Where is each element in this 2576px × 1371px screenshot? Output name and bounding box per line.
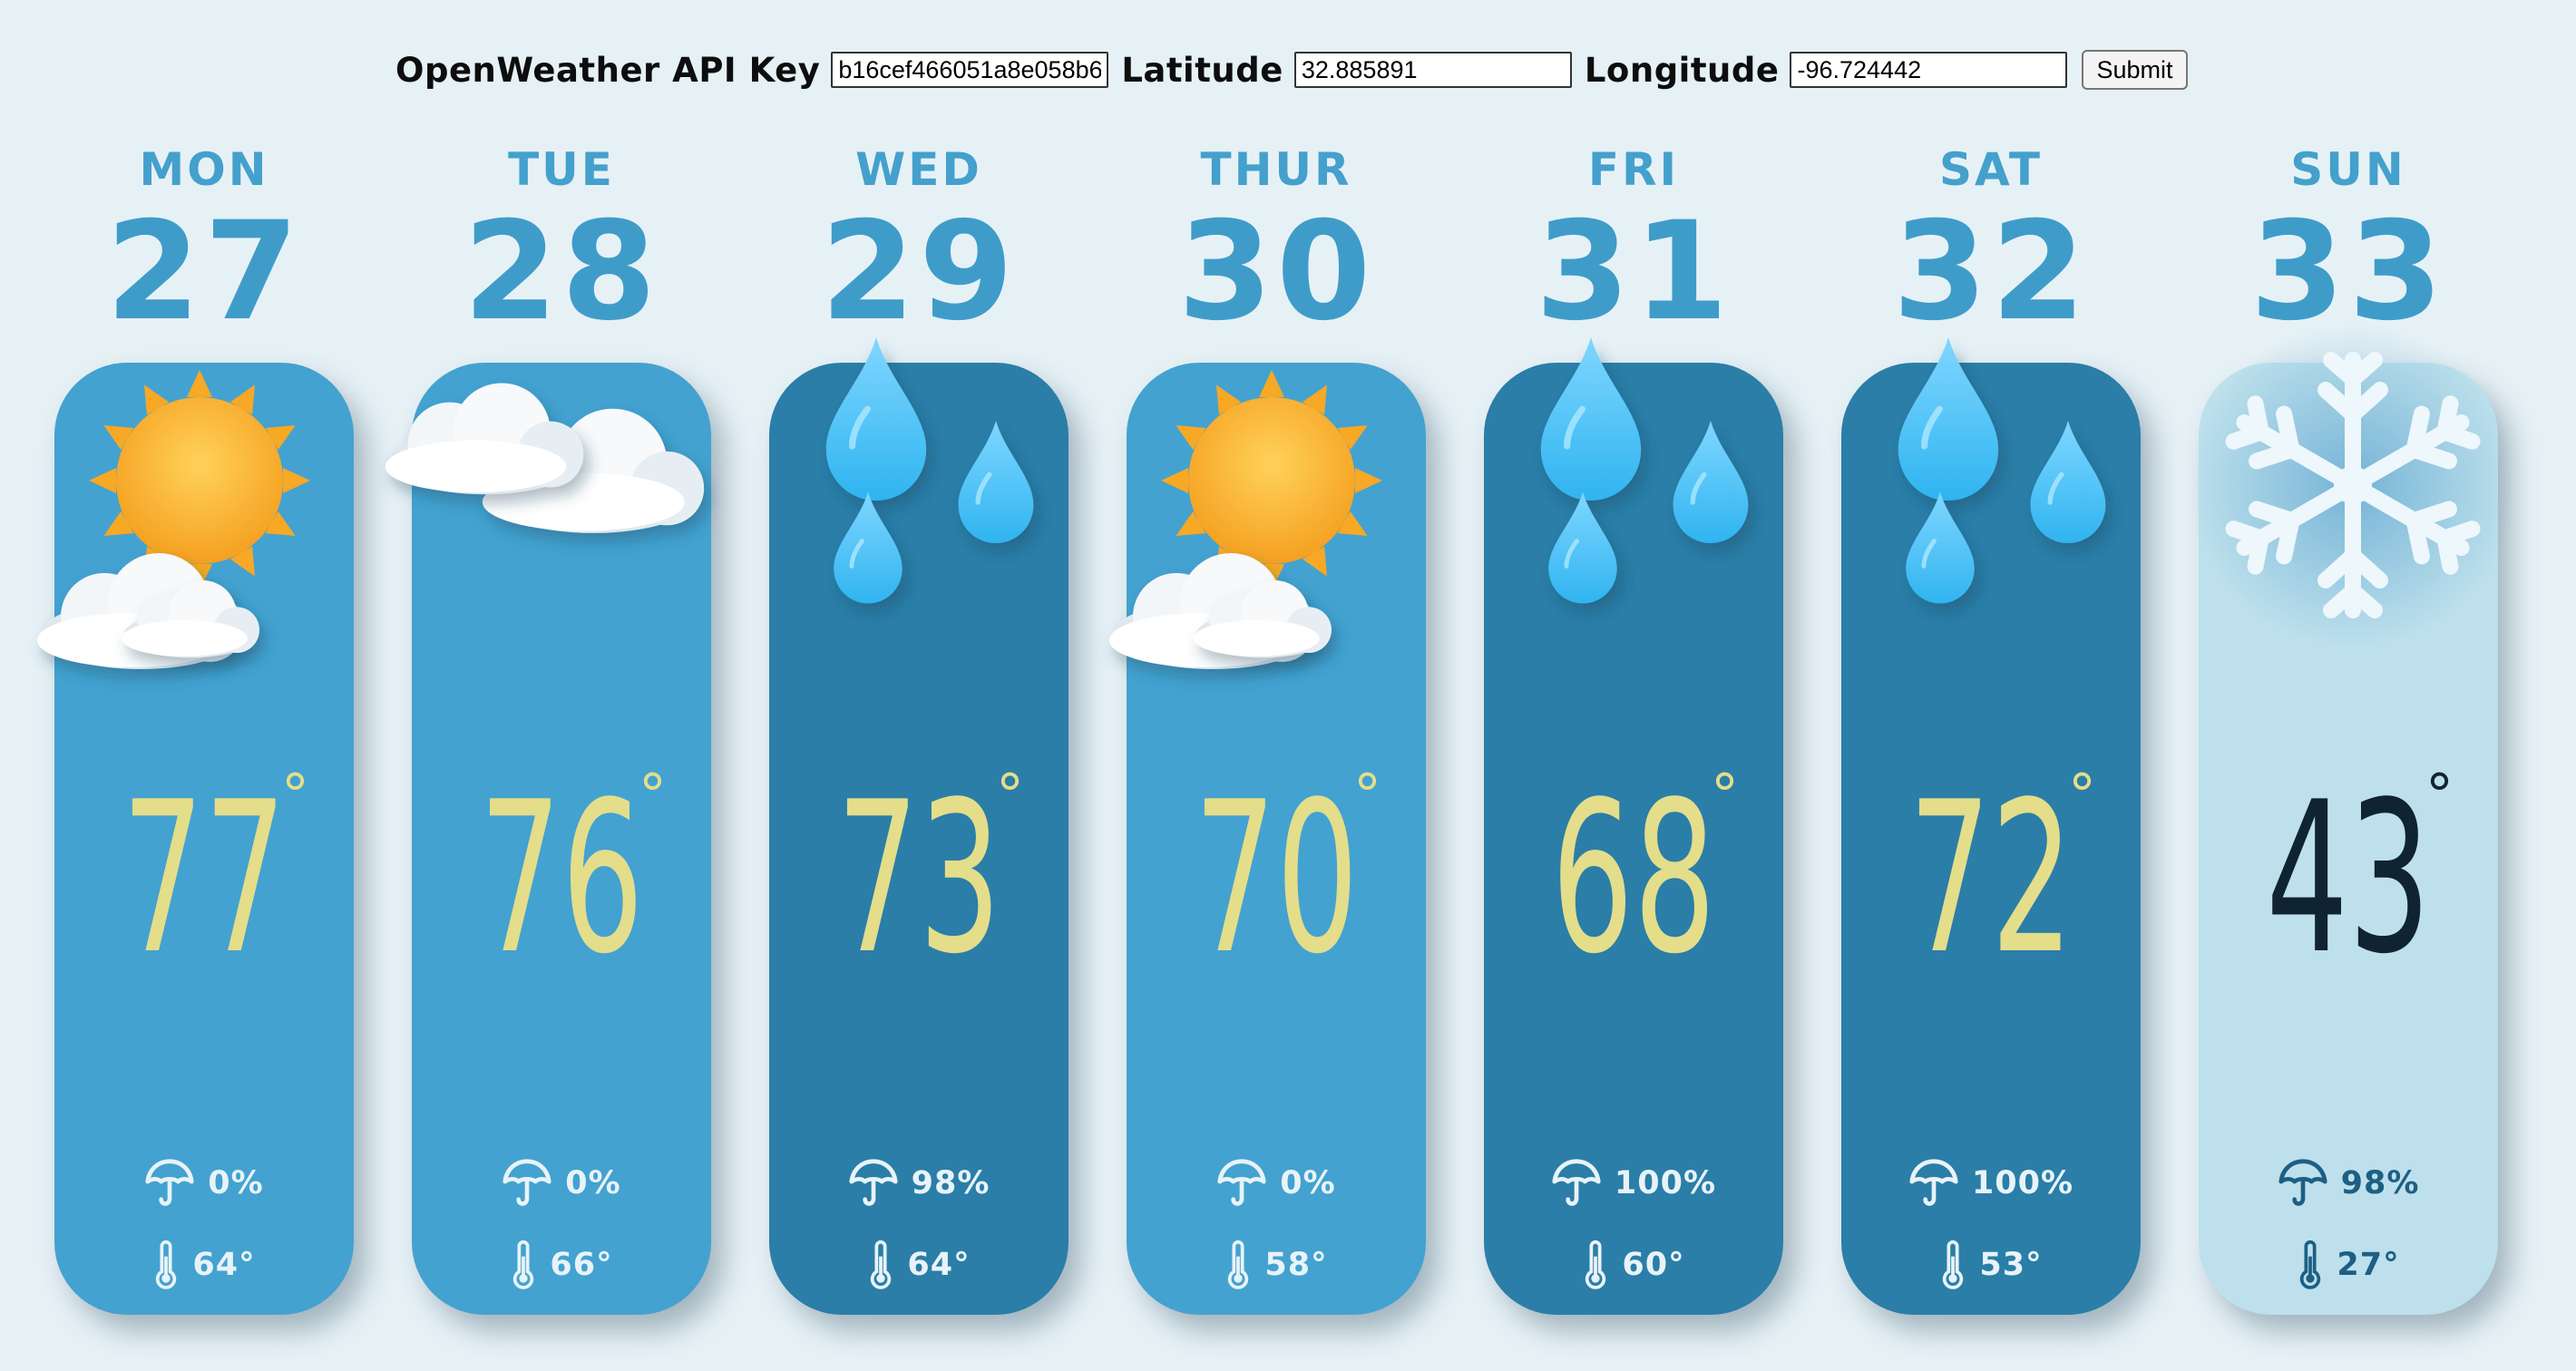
low-temperature: 58° (1127, 1238, 1426, 1292)
precipitation-value: 100% (1614, 1165, 1717, 1201)
thermometer-icon (871, 1240, 892, 1289)
umbrella-icon (144, 1158, 195, 1209)
day-number: 29 (820, 193, 1018, 351)
day-number: 28 (463, 193, 660, 351)
day-name: THUR (1200, 143, 1352, 196)
high-temperature: 73 (836, 758, 1001, 1000)
thermometer-icon (1586, 1240, 1606, 1289)
day-name: SUN (2290, 143, 2406, 196)
precipitation-value: 0% (565, 1165, 621, 1201)
submit-button[interactable]: Submit (2082, 50, 2188, 90)
degree-symbol: ° (281, 762, 309, 828)
day-name: MON (139, 143, 269, 196)
thermometer-icon (2300, 1240, 2321, 1289)
forecast-day: TUE 28 76 ° 0% 66° (385, 136, 711, 1315)
umbrella-icon (848, 1158, 899, 1209)
umbrella-icon (1551, 1158, 1602, 1209)
high-temperature: 76 (479, 758, 644, 1000)
day-name: TUE (508, 143, 615, 196)
degree-symbol: ° (1711, 762, 1739, 828)
thermometer-icon (1228, 1240, 1249, 1289)
degree-symbol: ° (2068, 762, 2096, 828)
low-temperature: 64° (54, 1238, 354, 1292)
precipitation-chance: 98% (2199, 1156, 2498, 1211)
precipitation-chance: 0% (412, 1156, 711, 1211)
low-temperature-value: 64° (192, 1247, 256, 1283)
forecast-card: 43 ° 98% 27° (2190, 326, 2516, 1315)
umbrella-icon (502, 1158, 552, 1209)
precipitation-chance: 100% (1841, 1156, 2141, 1211)
api-key-label: OpenWeather API Key (395, 50, 821, 90)
low-temperature-value: 64° (907, 1247, 971, 1283)
forecast-card: 76 ° 0% 66° (385, 363, 711, 1315)
low-temperature-value: 60° (1622, 1247, 1685, 1283)
low-temperature-value: 58° (1264, 1247, 1328, 1283)
precipitation-value: 100% (1971, 1165, 2074, 1201)
day-number: 27 (105, 193, 303, 351)
thermometer-icon (513, 1240, 534, 1289)
latitude-label: Latitude (1121, 50, 1283, 90)
partly-cloudy-icon (1109, 370, 1382, 669)
low-temperature: 53° (1841, 1238, 2141, 1292)
forecast-card: 68 ° 100% 60° (1484, 363, 1783, 1315)
umbrella-icon (1216, 1158, 1267, 1209)
high-temperature: 68 (1551, 758, 1716, 1000)
day-number: 33 (2249, 193, 2447, 351)
forecast-card: 73 ° 98% 64° (769, 363, 1068, 1315)
degree-symbol: ° (996, 762, 1024, 828)
location-form: OpenWeather API Key Latitude Longitude S… (395, 47, 2188, 92)
degree-symbol: ° (639, 762, 667, 828)
day-number: 32 (1892, 193, 2090, 351)
high-temperature: 77 (122, 758, 287, 1000)
low-temperature-value: 27° (2337, 1247, 2400, 1283)
precipitation-chance: 0% (1127, 1156, 1426, 1211)
api-key-input[interactable] (831, 52, 1109, 88)
precipitation-value: 98% (911, 1165, 990, 1201)
thermometer-icon (156, 1240, 177, 1289)
forecast-day: FRI 31 68 ° 100% 60° (1484, 136, 1783, 1315)
day-number: 31 (1535, 193, 1732, 351)
partly-cloudy-icon (37, 370, 310, 669)
forecast-day: SAT 32 72 ° 100% 53° (1841, 136, 2141, 1315)
day-number: 30 (1177, 193, 1375, 351)
rain-icon (1805, 326, 2177, 725)
precipitation-chance: 100% (1484, 1156, 1783, 1211)
low-temperature-value: 53° (1979, 1247, 2043, 1283)
umbrella-icon (1908, 1158, 1959, 1209)
precipitation-chance: 98% (769, 1156, 1068, 1211)
low-temperature: 60° (1484, 1238, 1783, 1292)
longitude-label: Longitude (1584, 50, 1780, 90)
forecast-card: 77 ° 0% 64° (37, 363, 354, 1315)
rain-icon (733, 326, 1105, 725)
rain-icon (1448, 326, 1820, 725)
low-temperature: 27° (2199, 1238, 2498, 1292)
forecast-card: 72 ° 100% 53° (1841, 363, 2141, 1315)
degree-symbol: ° (1353, 762, 1381, 828)
forecast-day: WED 29 73 ° 98% 64° (769, 136, 1068, 1315)
cloudy-icon (385, 383, 705, 533)
precipitation-chance: 0% (54, 1156, 354, 1211)
forecast-card: 70 ° 0% 58° (1109, 363, 1426, 1315)
thermometer-icon (1943, 1240, 1964, 1289)
forecast-day: MON 27 77 ° 0% 64° (37, 136, 354, 1315)
high-temperature: 72 (1908, 758, 2073, 1000)
forecast-day: THUR 30 70 ° 0% 58° (1109, 136, 1426, 1315)
day-name: SAT (1939, 143, 2043, 196)
low-temperature-value: 66° (550, 1247, 613, 1283)
forecast-day: SUN 33 43 ° 98% 27° (2190, 136, 2516, 1315)
low-temperature: 66° (412, 1238, 711, 1292)
high-temperature: 43 (2266, 758, 2431, 1000)
precipitation-value: 0% (1280, 1165, 1336, 1201)
snow-icon (2190, 326, 2516, 648)
day-name: WED (855, 143, 982, 196)
latitude-input[interactable] (1293, 52, 1572, 88)
degree-symbol: ° (2425, 762, 2454, 828)
low-temperature: 64° (769, 1238, 1068, 1292)
day-name: FRI (1587, 143, 1680, 196)
precipitation-value: 0% (208, 1165, 264, 1201)
longitude-input[interactable] (1790, 52, 2068, 88)
precipitation-value: 98% (2340, 1165, 2420, 1201)
high-temperature: 70 (1194, 758, 1359, 1000)
umbrella-icon (2278, 1158, 2328, 1209)
